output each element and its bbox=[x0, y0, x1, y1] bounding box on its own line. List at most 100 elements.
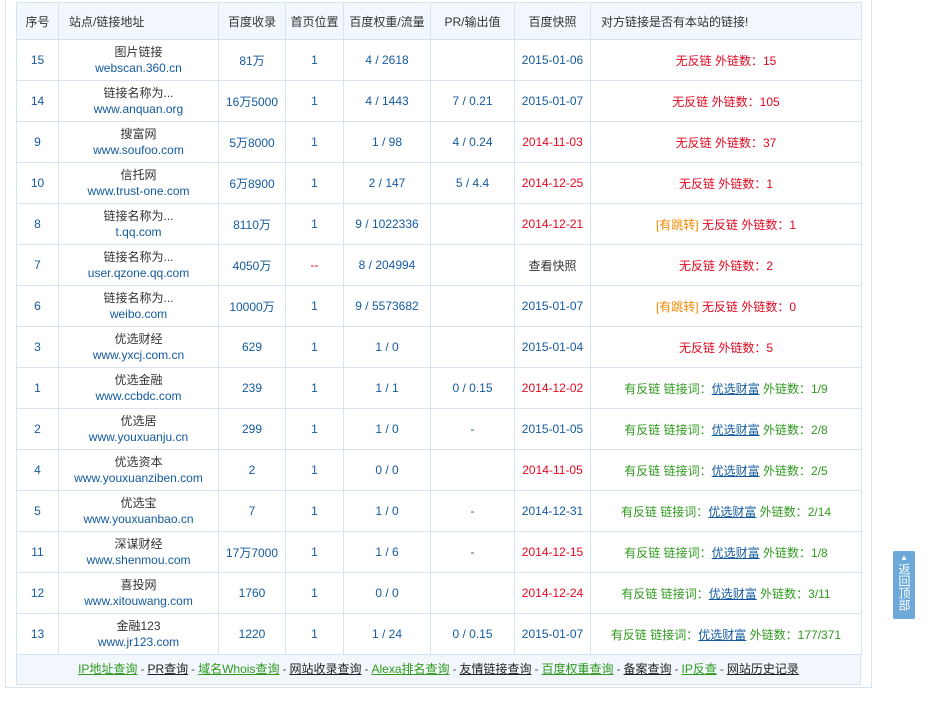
cell-site[interactable]: 优选居 www.youxuanju.cn bbox=[58, 408, 219, 450]
cell-status: 有反链 链接词：优选财富 外链数：2/14 bbox=[590, 490, 862, 532]
cell-snapshot: 2014-12-02 bbox=[514, 367, 591, 409]
outlink-count: 1/8 bbox=[811, 545, 828, 560]
site-name: 金融123 bbox=[116, 619, 161, 633]
back-to-top-button[interactable]: ▲ 返回顶部 bbox=[893, 551, 915, 619]
keyword-link[interactable]: 优选财富 bbox=[709, 587, 757, 601]
cell-seq: 11 bbox=[16, 531, 59, 573]
cell-weight: 1 / 1 bbox=[343, 367, 431, 409]
cell-seq: 5 bbox=[16, 490, 59, 532]
cell-pr bbox=[430, 39, 515, 81]
site-domain: user.qzone.qq.com bbox=[87, 266, 190, 280]
footer-link[interactable]: 百度权重查询 bbox=[542, 662, 614, 676]
cell-weight: 0 / 0 bbox=[343, 572, 431, 614]
cell-weight: 1 / 0 bbox=[343, 408, 431, 450]
keyword-link[interactable]: 优选财富 bbox=[712, 546, 760, 560]
table-row: 1 优选金融 www.ccbdc.com 239 1 1 / 10 / 0.15 2014-… bbox=[16, 367, 862, 409]
cell-snapshot: 2014-11-05 bbox=[514, 449, 591, 491]
cell-site[interactable]: 深谋财经 www.shenmou.com bbox=[58, 531, 219, 573]
cell-site[interactable]: 喜投网 www.xitouwang.com bbox=[58, 572, 219, 614]
header-snapshot: 百度快照 bbox=[514, 2, 591, 40]
cell-seq: 12 bbox=[16, 572, 59, 614]
keyword-link[interactable]: 优选财富 bbox=[712, 464, 760, 478]
cell-site[interactable]: 链接名称为... weibo.com bbox=[58, 285, 219, 327]
footer-link[interactable]: 域名Whois查询 bbox=[198, 662, 279, 676]
cell-weight: 1 / 6 bbox=[343, 531, 431, 573]
outlink-label: 外链数： bbox=[763, 422, 812, 437]
footer-link[interactable]: IP反查 bbox=[682, 662, 717, 676]
cell-status: 有反链 链接词：优选财富 外链数：2/8 bbox=[590, 408, 862, 450]
cell-site[interactable]: 优选财经 www.yxcj.com.cn bbox=[58, 326, 219, 368]
outlink-count: 2/8 bbox=[811, 422, 828, 437]
cell-status: 无反链 外链数：37 bbox=[590, 121, 862, 163]
footer-link[interactable]: PR查询 bbox=[147, 662, 188, 676]
backlink-status: 有反链 bbox=[610, 627, 647, 642]
cell-site[interactable]: 优选资本 www.youxuanziben.com bbox=[58, 449, 219, 491]
site-domain: www.shenmou.com bbox=[86, 553, 191, 567]
back-to-top-label: 返回顶部 bbox=[897, 563, 911, 611]
footer-link[interactable]: 友情链接查询 bbox=[460, 662, 532, 676]
keyword-label: 链接词： bbox=[663, 422, 712, 437]
site-name: 优选财经 bbox=[114, 332, 163, 346]
links-table: 序号 站点/链接地址 百度收录 首页位置 百度权重/流量 PR/输出值 百度快照… bbox=[16, 2, 862, 655]
cell-site[interactable]: 链接名称为... user.qzone.qq.com bbox=[58, 244, 219, 286]
outlink-count: 3/11 bbox=[808, 586, 831, 601]
outlink-count: 105 bbox=[759, 94, 780, 109]
outlink-label: 外链数： bbox=[759, 504, 808, 519]
arrow-up-icon: ▲ bbox=[900, 553, 908, 562]
cell-baidu-index: 5万8000 bbox=[218, 121, 286, 163]
header-site: 站点/链接地址 bbox=[58, 2, 219, 40]
cell-snapshot: 2014-12-31 bbox=[514, 490, 591, 532]
cell-site[interactable]: 金融123 www.jr123.com bbox=[58, 613, 219, 655]
outlink-label: 外链数： bbox=[760, 586, 809, 601]
table-row: 7 链接名称为... user.qzone.qq.com 4050万 -- 8 / 204… bbox=[16, 244, 862, 286]
cell-snapshot: 2014-11-03 bbox=[514, 121, 591, 163]
cell-snapshot: 2015-01-07 bbox=[514, 80, 591, 122]
cell-home-position: 1 bbox=[285, 80, 344, 122]
header-seq: 序号 bbox=[16, 2, 59, 40]
backlink-status: 有反链 bbox=[624, 422, 661, 437]
site-domain: weibo.com bbox=[109, 307, 168, 321]
backlink-status: 无反链 bbox=[701, 299, 738, 314]
cell-baidu-index: 2 bbox=[218, 449, 286, 491]
keyword-link[interactable]: 优选财富 bbox=[712, 382, 760, 396]
site-name: 深谋财经 bbox=[114, 537, 163, 551]
cell-snapshot: 2015-01-07 bbox=[514, 613, 591, 655]
outlink-label: 外链数： bbox=[741, 299, 790, 314]
cell-weight: 8 / 204994 bbox=[343, 244, 431, 286]
cell-site[interactable]: 图片链接 webscan.360.cn bbox=[58, 39, 219, 81]
footer-link[interactable]: 网站历史记录 bbox=[727, 662, 799, 676]
footer-separator: - bbox=[719, 662, 724, 676]
keyword-link[interactable]: 优选财富 bbox=[712, 423, 760, 437]
cell-baidu-index: 17万7000 bbox=[218, 531, 286, 573]
outlink-label: 外链数： bbox=[763, 545, 812, 560]
cell-site[interactable]: 优选宝 www.youxuanbao.cn bbox=[58, 490, 219, 532]
footer-link[interactable]: IP地址查询 bbox=[78, 662, 137, 676]
cell-home-position: 1 bbox=[285, 449, 344, 491]
site-domain: www.anquan.org bbox=[93, 102, 184, 116]
cell-site[interactable]: 链接名称为... www.anquan.org bbox=[58, 80, 219, 122]
cell-site[interactable]: 优选金融 www.ccbdc.com bbox=[58, 367, 219, 409]
backlink-status: 有反链 bbox=[624, 463, 661, 478]
cell-site[interactable]: 搜富网 www.soufoo.com bbox=[58, 121, 219, 163]
keyword-label: 链接词： bbox=[660, 504, 709, 519]
keyword-link[interactable]: 优选财富 bbox=[708, 505, 756, 519]
keyword-label: 链接词： bbox=[663, 463, 712, 478]
cell-snapshot[interactable]: 查看快照 bbox=[514, 244, 591, 286]
footer-link[interactable]: 网站收录查询 bbox=[289, 662, 361, 676]
cell-pr: 7 / 0.21 bbox=[430, 80, 515, 122]
site-domain: www.youxuanju.cn bbox=[88, 430, 189, 444]
table-row: 14 链接名称为... www.anquan.org 16万5000 1 4 / 1443… bbox=[16, 80, 862, 122]
site-name: 优选资本 bbox=[114, 455, 163, 469]
outlink-label: 外链数： bbox=[714, 53, 763, 68]
cell-pr: 5 / 4.4 bbox=[430, 162, 515, 204]
cell-pr bbox=[430, 449, 515, 491]
footer-link[interactable]: Alexa排名查询 bbox=[371, 662, 449, 676]
site-domain: www.trust-one.com bbox=[87, 184, 190, 198]
table-row: 12 喜投网 www.xitouwang.com 1760 1 0 / 0 2014-12-… bbox=[16, 572, 862, 614]
cell-site[interactable]: 链接名称为... t.qq.com bbox=[58, 203, 219, 245]
keyword-link[interactable]: 优选财富 bbox=[698, 628, 746, 642]
cell-site[interactable]: 信托网 www.trust-one.com bbox=[58, 162, 219, 204]
footer-link[interactable]: 备案查询 bbox=[624, 662, 672, 676]
cell-snapshot: 2015-01-07 bbox=[514, 285, 591, 327]
cell-weight: 1 / 24 bbox=[343, 613, 431, 655]
